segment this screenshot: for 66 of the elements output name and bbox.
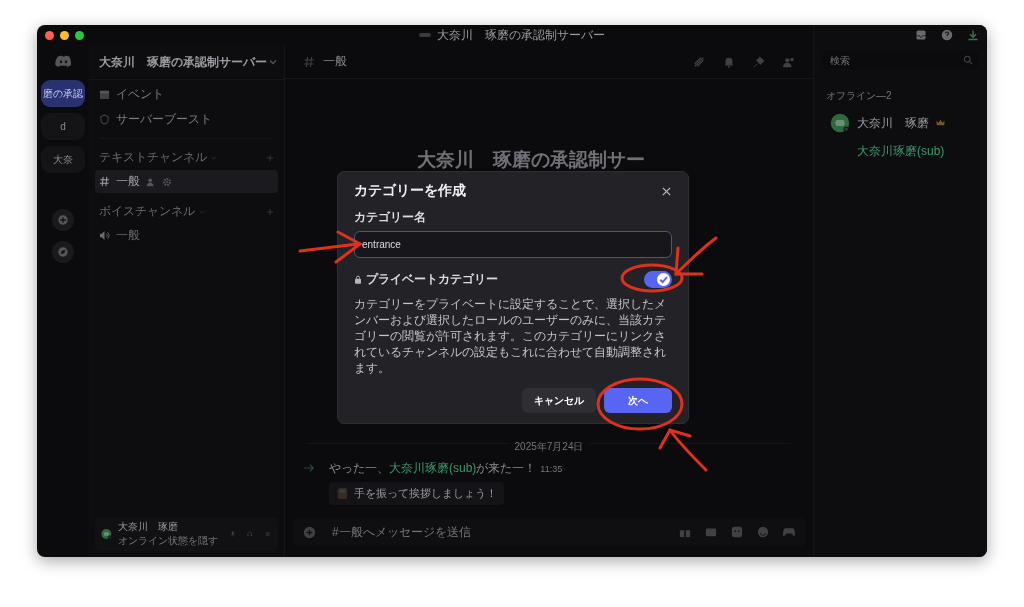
sticker-picker-icon[interactable]	[731, 526, 743, 538]
add-channel-icon[interactable]	[266, 207, 274, 216]
calendar-icon	[99, 89, 110, 100]
add-member-icon[interactable]	[146, 176, 156, 187]
message-text: やった一、大奈川琢磨(sub)が来た一！	[329, 460, 537, 477]
channel-item[interactable]: 一般	[95, 170, 278, 193]
zoom-window-icon[interactable]	[75, 30, 84, 40]
bell-icon[interactable]	[723, 55, 735, 68]
search-input[interactable]: 検索	[828, 53, 963, 67]
threads-icon[interactable]	[693, 55, 705, 68]
welcome-heading: 大奈川 琢磨の承認制サー	[417, 148, 646, 172]
member-name[interactable]: 大奈川琢磨(sub)	[857, 142, 945, 160]
join-arrow-icon	[303, 463, 315, 473]
minimize-window-icon[interactable]	[60, 30, 69, 40]
search-icon	[963, 55, 973, 65]
close-icon[interactable]	[661, 185, 672, 197]
wave-button[interactable]: 手を振って挨拶しましょう！	[329, 482, 504, 505]
dialog-description: カテゴリーをプライベートに設定することで、選択したメンバーおよび選択したロールのユーザーのみに、当該カテゴリーの閲覧が許可されます。このカテゴリーにリンクされているチャンネルの設定もこれに合わせて自動調整されます。	[354, 296, 667, 376]
category-name[interactable]: テキストチャンネル	[99, 149, 207, 166]
message-time: 11:35	[540, 464, 563, 474]
microphone-icon[interactable]	[229, 528, 236, 540]
window-title: 大奈川 琢磨の承認制サーバー	[437, 26, 605, 44]
chevron-down-icon[interactable]	[268, 57, 278, 67]
dialog-title: カテゴリーを作成	[354, 182, 466, 200]
close-window-icon[interactable]	[45, 30, 54, 40]
server-item[interactable]: d	[41, 113, 85, 140]
server-item[interactable]: 磨の承認	[41, 80, 85, 107]
cancel-button[interactable]: キャンセル	[522, 388, 596, 413]
sticker-icon	[336, 487, 349, 500]
speaker-icon	[99, 230, 110, 241]
message-input[interactable]: #一般へメッセージを送信	[330, 524, 665, 540]
user-name: 大奈川 琢磨	[117, 520, 179, 534]
message-composer[interactable]: #一般へメッセージを送信	[293, 517, 805, 547]
category-name-input[interactable]: entrance	[354, 231, 672, 258]
user-status[interactable]: オンライン状態を隠す	[117, 534, 218, 548]
shield-icon	[99, 114, 110, 125]
download-icon[interactable]	[967, 29, 979, 41]
annotation-circle	[620, 263, 684, 293]
members-icon[interactable]	[783, 55, 795, 68]
channel-title: 一般	[323, 53, 347, 70]
server-item[interactable]: 大奈	[41, 146, 85, 173]
private-category-label: プライベートカテゴリー	[366, 271, 498, 288]
compass-icon[interactable]	[52, 241, 74, 263]
hash-icon	[303, 55, 315, 68]
member-group-heading: オフライン—2	[825, 89, 893, 103]
add-channel-icon[interactable]	[266, 153, 274, 162]
pin-icon[interactable]	[753, 55, 765, 68]
next-button[interactable]: 次へ	[604, 388, 672, 413]
field-label: カテゴリー名	[354, 209, 427, 226]
gamepad-icon[interactable]	[783, 526, 795, 538]
add-server-icon[interactable]	[52, 209, 74, 231]
avatar-icon[interactable]	[830, 113, 850, 133]
lock-icon	[354, 275, 362, 284]
server-name[interactable]: 大奈川 琢磨の承認制サーバー	[99, 53, 267, 71]
app-logo-icon[interactable]	[54, 55, 72, 68]
emoji-icon[interactable]	[757, 526, 769, 538]
settings-icon[interactable]	[162, 176, 172, 187]
category-name[interactable]: ボイスチャンネル	[99, 203, 195, 220]
channel-item[interactable]: 一般	[95, 224, 278, 247]
sidebar-item[interactable]: イベント	[116, 86, 164, 103]
sidebar-item[interactable]: サーバーブースト	[116, 111, 212, 128]
private-toggle[interactable]	[644, 271, 672, 288]
hash-icon	[99, 176, 110, 187]
member-name[interactable]: 大奈川 琢磨	[857, 114, 929, 132]
add-attachment-icon[interactable]	[303, 525, 316, 539]
help-icon[interactable]	[941, 29, 953, 41]
